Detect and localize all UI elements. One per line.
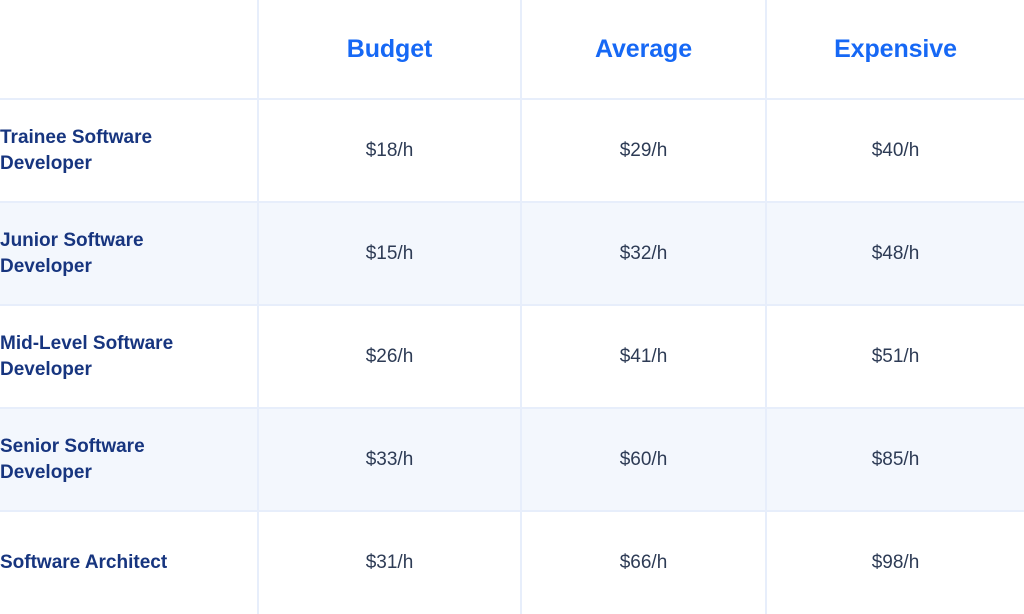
average-rate-cell: $41/h — [521, 305, 767, 409]
column-header-expensive: Expensive — [766, 0, 1024, 100]
table-body: Trainee Software Developer $18/h $29/h $… — [0, 99, 1024, 614]
table-header-row: Budget Average Expensive — [0, 0, 1024, 100]
table-row: Junior Software Developer $15/h $32/h $4… — [0, 202, 1024, 306]
expensive-rate-cell: $85/h — [766, 408, 1024, 512]
role-cell: Trainee Software Developer — [0, 99, 259, 203]
column-header-budget: Budget — [258, 0, 522, 100]
role-cell: Senior Software Developer — [0, 408, 259, 512]
role-label: Mid-Level Software Developer — [0, 332, 174, 380]
table-header: Budget Average Expensive — [0, 0, 1024, 100]
column-header-role — [0, 0, 259, 100]
budget-rate-cell: $18/h — [258, 99, 522, 203]
column-header-average: Average — [521, 0, 767, 100]
budget-rate-cell: $31/h — [258, 511, 522, 614]
average-rate-cell: $60/h — [521, 408, 767, 512]
role-cell: Software Architect — [0, 511, 259, 614]
table-row: Trainee Software Developer $18/h $29/h $… — [0, 99, 1024, 203]
budget-rate-cell: $15/h — [258, 202, 522, 306]
expensive-rate-cell: $40/h — [766, 99, 1024, 203]
hourly-rate-table: Budget Average Expensive Trainee Softwar… — [0, 0, 1024, 614]
expensive-rate-cell: $98/h — [766, 511, 1024, 614]
budget-rate-cell: $33/h — [258, 408, 522, 512]
expensive-rate-cell: $48/h — [766, 202, 1024, 306]
table-row: Mid-Level Software Developer $26/h $41/h… — [0, 305, 1024, 409]
role-label: Senior Software Developer — [0, 435, 145, 483]
budget-rate-cell: $26/h — [258, 305, 522, 409]
average-rate-cell: $66/h — [521, 511, 767, 614]
average-rate-cell: $29/h — [521, 99, 767, 203]
role-cell: Mid-Level Software Developer — [0, 305, 259, 409]
average-rate-cell: $32/h — [521, 202, 767, 306]
role-label: Junior Software Developer — [0, 229, 144, 277]
role-label: Trainee Software Developer — [0, 126, 153, 174]
table-row: Senior Software Developer $33/h $60/h $8… — [0, 408, 1024, 512]
expensive-rate-cell: $51/h — [766, 305, 1024, 409]
table-row: Software Architect $31/h $66/h $98/h — [0, 511, 1024, 614]
role-label: Software Architect — [0, 552, 168, 574]
role-cell: Junior Software Developer — [0, 202, 259, 306]
